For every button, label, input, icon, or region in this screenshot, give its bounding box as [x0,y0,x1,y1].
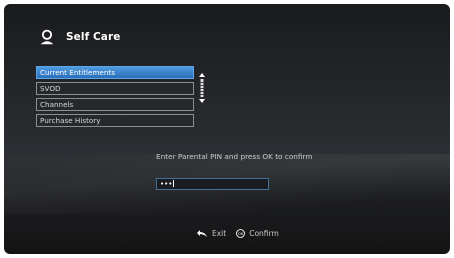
tv-screen: Self Care Current Entitlements SVOD Chan… [4,4,450,254]
pin-prompt: Enter Parental PIN and press OK to confi… [156,152,313,161]
self-care-menu: Current Entitlements SVOD Channels Purch… [36,66,194,130]
menu-item-svod[interactable]: SVOD [36,82,194,95]
svg-text:OK: OK [238,232,244,236]
footer-actions: Exit OK Confirm [197,229,289,238]
text-cursor [173,180,175,187]
parental-pin-input[interactable]: ••• [156,178,269,190]
ok-button-icon: OK [236,229,246,238]
menu-item-purchase-history[interactable]: Purchase History [36,114,194,127]
scroll-down-arrow-icon [199,99,205,103]
exit-button[interactable]: Exit [197,229,226,238]
scroll-up-arrow-icon [199,73,205,77]
menu-item-channels[interactable]: Channels [36,98,194,111]
back-arrow-icon [197,229,207,237]
user-icon [40,29,54,45]
menu-scrollbar[interactable] [199,73,205,103]
page-header: Self Care [38,28,121,46]
confirm-button[interactable]: OK Confirm [236,229,279,238]
pin-value: ••• [160,180,173,188]
menu-item-current-entitlements[interactable]: Current Entitlements [36,66,194,79]
exit-label: Exit [212,229,227,238]
confirm-label: Confirm [249,229,279,238]
page-title: Self Care [66,31,121,43]
